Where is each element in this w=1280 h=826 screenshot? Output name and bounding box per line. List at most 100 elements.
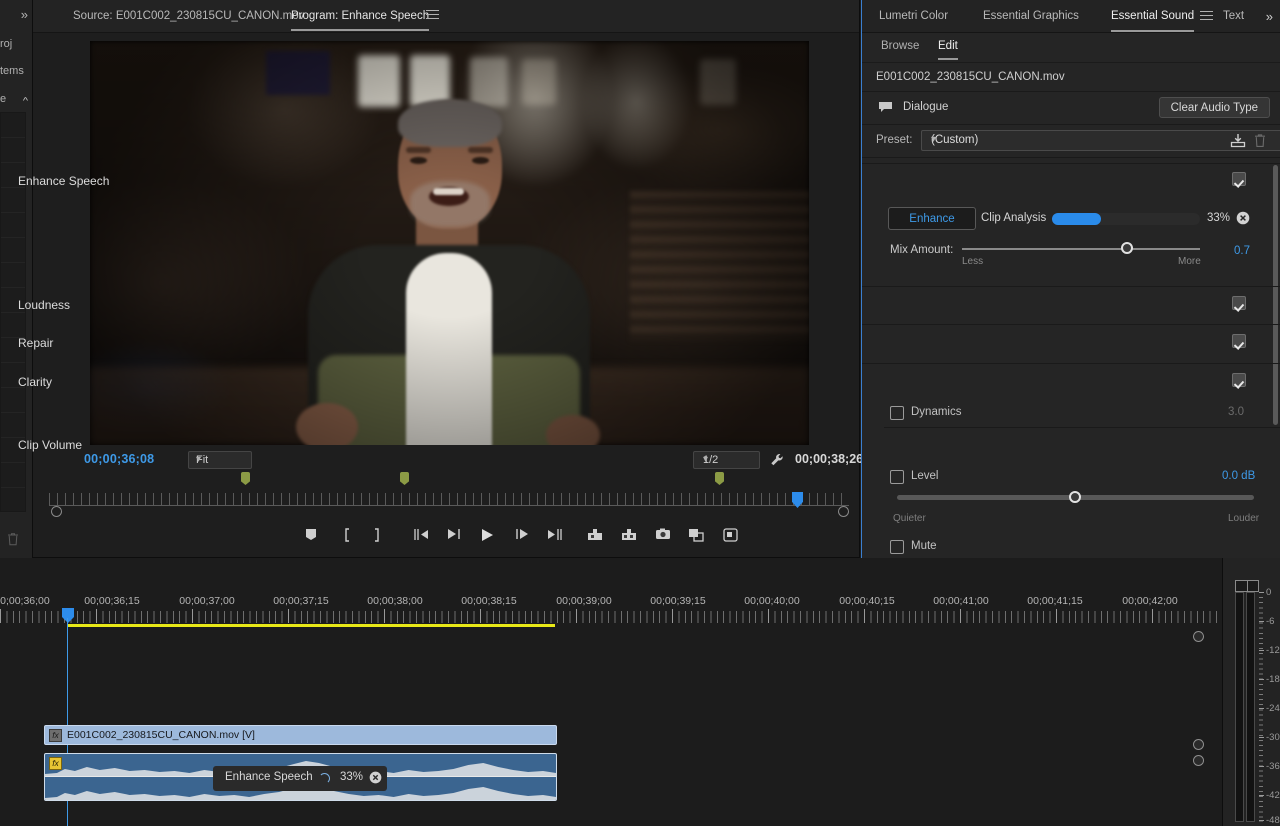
track-height-handle-2[interactable] bbox=[1193, 739, 1204, 750]
timeline-video-clip[interactable]: fx E001C002_230815CU_CANON.mov [V] bbox=[44, 725, 557, 745]
dialogue-bubble-icon bbox=[879, 102, 892, 112]
marker-2[interactable] bbox=[400, 472, 409, 485]
fx-badge-label: fx bbox=[52, 730, 59, 740]
scrubber-in-handle[interactable] bbox=[51, 506, 62, 517]
mix-amount-slider-knob[interactable] bbox=[1121, 242, 1133, 254]
subtab-browse[interactable]: Browse bbox=[881, 40, 919, 52]
chevron-double-right-icon[interactable]: » bbox=[21, 7, 28, 22]
level-value[interactable]: 0.0 dB bbox=[1222, 470, 1255, 482]
ruler-label: 00;00;42;00 bbox=[1122, 595, 1178, 607]
chevron-up-icon[interactable]: ^ bbox=[23, 96, 28, 106]
tab-essential-graphics[interactable]: Essential Graphics bbox=[983, 10, 1079, 22]
repair-checkbox[interactable] bbox=[1232, 334, 1246, 348]
mix-amount-value[interactable]: 0.7 bbox=[1234, 245, 1250, 257]
clear-audio-type-button[interactable]: Clear Audio Type bbox=[1158, 97, 1270, 118]
ruler-label: 00;00;40;15 bbox=[839, 595, 895, 607]
enhance-button[interactable]: Enhance bbox=[888, 207, 976, 230]
section-title-loudness: Loudness bbox=[18, 298, 71, 312]
fx-badge-icon[interactable]: fx bbox=[49, 729, 62, 742]
clip-analysis-progress-bar bbox=[1052, 213, 1200, 225]
scrubber-track[interactable] bbox=[49, 493, 849, 506]
mix-amount-slider-track[interactable] bbox=[962, 248, 1200, 250]
meter-db-label: -12 bbox=[1259, 645, 1280, 656]
delete-preset-trash-icon[interactable] bbox=[1253, 133, 1267, 148]
zoom-level-dropdown[interactable]: Fit ▾ bbox=[188, 451, 252, 469]
enhance-speech-progress-tooltip: Enhance Speech 33% bbox=[213, 766, 387, 791]
level-checkbox[interactable] bbox=[890, 470, 904, 484]
premiere-pro-window: » roj tems e ^ Source: E001C002_230815CU… bbox=[0, 0, 1280, 826]
playback-resolution-dropdown[interactable]: 1/2 ▾ bbox=[693, 451, 760, 469]
program-monitor-video[interactable] bbox=[90, 41, 809, 445]
tooltip-percent: 33% bbox=[340, 771, 364, 783]
work-area-bar[interactable] bbox=[67, 624, 555, 627]
subtab-edit[interactable]: Edit bbox=[938, 40, 958, 60]
ruler-label: 00;00;36;00 bbox=[0, 595, 50, 607]
chevron-double-right-icon[interactable]: » bbox=[1266, 9, 1273, 24]
ruler-label: 00;00;37;00 bbox=[179, 595, 235, 607]
mute-checkbox[interactable] bbox=[890, 540, 904, 554]
cancel-circle-icon[interactable] bbox=[369, 771, 382, 784]
loudness-checkbox[interactable] bbox=[1232, 296, 1246, 310]
monitor-tab-bar: Source: E001C002_230815CU_CANON.mov Prog… bbox=[33, 0, 859, 33]
camera-icon[interactable] bbox=[651, 524, 675, 548]
ruler-label: 00;00;39;00 bbox=[556, 595, 612, 607]
monitor-scrubber[interactable] bbox=[49, 492, 849, 517]
mark-out-button[interactable] bbox=[365, 524, 389, 548]
tab-program[interactable]: Program: Enhance Speech bbox=[291, 10, 430, 31]
mark-in-button[interactable] bbox=[335, 524, 359, 548]
play-stop-button[interactable] bbox=[475, 524, 499, 548]
clip-volume-slider-knob[interactable] bbox=[1069, 491, 1081, 503]
chevron-down-icon: ▾ bbox=[703, 454, 709, 465]
go-to-out-button[interactable] bbox=[543, 524, 567, 548]
add-marker-button[interactable] bbox=[299, 524, 323, 548]
panel-scrollbar[interactable] bbox=[1273, 165, 1278, 425]
enhance-speech-checkbox[interactable] bbox=[1232, 172, 1246, 186]
hamburger-menu-icon[interactable] bbox=[1200, 11, 1213, 23]
transport-controls bbox=[66, 520, 893, 552]
scrubber-out-handle[interactable] bbox=[838, 506, 849, 517]
name-column-partial: e bbox=[0, 93, 7, 105]
lift-button[interactable] bbox=[583, 524, 607, 548]
track-height-handle-3[interactable] bbox=[1193, 755, 1204, 766]
tab-essential-sound[interactable]: Essential Sound bbox=[1111, 10, 1195, 32]
comparison-view-icon[interactable] bbox=[684, 524, 708, 548]
chevron-down-icon: ▾ bbox=[931, 134, 937, 145]
extract-button[interactable] bbox=[617, 524, 641, 548]
step-forward-button[interactable] bbox=[510, 524, 534, 548]
multicam-icon[interactable] bbox=[719, 524, 743, 548]
preset-dropdown[interactable]: (Custom) ▾ bbox=[921, 130, 1280, 151]
dynamics-value: 3.0 bbox=[1228, 406, 1244, 418]
ruler-label: 00;00;41;00 bbox=[933, 595, 989, 607]
tab-text[interactable]: Text bbox=[1223, 10, 1244, 22]
save-preset-icon[interactable] bbox=[1230, 133, 1246, 148]
mix-less-label: Less bbox=[962, 256, 984, 267]
tab-lumetri-color[interactable]: Lumetri Color bbox=[879, 10, 948, 22]
loading-spinner-icon bbox=[319, 773, 330, 784]
louder-label: Louder bbox=[1228, 513, 1260, 524]
wrench-icon[interactable] bbox=[768, 451, 786, 469]
marker-3[interactable] bbox=[715, 472, 724, 485]
tab-source[interactable]: Source: E001C002_230815CU_CANON.mov bbox=[73, 10, 304, 22]
enhance-button-label: Enhance bbox=[909, 213, 955, 225]
marker-1[interactable] bbox=[241, 472, 250, 485]
hamburger-menu-icon[interactable] bbox=[426, 10, 439, 22]
meter-db-label: -36 bbox=[1259, 761, 1280, 772]
duration-timecode[interactable]: 00;00;38;26 bbox=[795, 452, 863, 466]
trash-icon[interactable] bbox=[6, 532, 20, 546]
timeline-ruler[interactable]: 00;00;36;00 00;00;36;15 00;00;37;00 00;0… bbox=[0, 558, 1222, 623]
section-title-clarity: Clarity bbox=[18, 375, 53, 389]
meter-header[interactable] bbox=[1235, 580, 1259, 592]
clarity-checkbox[interactable] bbox=[1232, 373, 1246, 387]
dynamics-checkbox[interactable] bbox=[890, 406, 904, 420]
meter-db-label: -18 bbox=[1259, 674, 1280, 685]
go-to-in-button[interactable] bbox=[409, 524, 433, 548]
project-item-list[interactable] bbox=[0, 112, 26, 513]
meter-db-label: -24 bbox=[1259, 703, 1280, 714]
mix-more-label: More bbox=[1178, 256, 1201, 267]
current-timecode[interactable]: 00;00;36;08 bbox=[84, 452, 154, 466]
step-back-button[interactable] bbox=[442, 524, 466, 548]
items-label-partial: tems bbox=[0, 65, 24, 77]
track-height-handle-1[interactable] bbox=[1193, 631, 1204, 642]
cancel-circle-icon[interactable] bbox=[1236, 211, 1250, 225]
monitor-marker-track[interactable] bbox=[33, 470, 860, 486]
